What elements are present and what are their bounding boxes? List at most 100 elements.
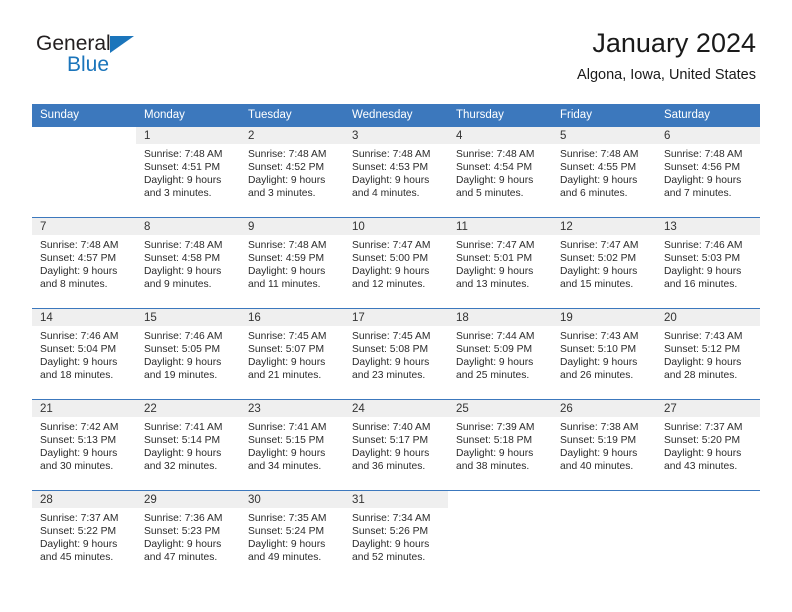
calendar-day-cell[interactable]: 21 Sunrise: 7:42 AM Sunset: 5:13 PM Dayligh… xyxy=(32,399,136,491)
calendar-day-cell[interactable]: 26 Sunrise: 7:38 AM Sunset: 5:19 PM Dayligh… xyxy=(552,399,656,491)
calendar-day-cell[interactable]: 28 Sunrise: 7:37 AM Sunset: 5:22 PM Dayligh… xyxy=(32,490,136,579)
day-details xyxy=(32,144,136,148)
calendar-day-cell[interactable]: 11 Sunrise: 7:47 AM Sunset: 5:01 PM Dayligh… xyxy=(448,217,552,309)
sunset-text: Sunset: 4:54 PM xyxy=(456,162,533,174)
sunrise-text: Sunrise: 7:47 AM xyxy=(560,240,639,251)
sunset-text: Sunset: 4:56 PM xyxy=(664,162,741,174)
sunset-text: Sunset: 4:51 PM xyxy=(144,162,221,174)
sunrise-text: Sunrise: 7:48 AM xyxy=(248,240,327,251)
calendar-day-cell[interactable]: 30 Sunrise: 7:35 AM Sunset: 5:24 PM Dayligh… xyxy=(240,490,344,579)
sunrise-text: Sunrise: 7:38 AM xyxy=(560,422,639,433)
calendar-day-cell[interactable]: 3 Sunrise: 7:48 AM Sunset: 4:53 PM Daylight… xyxy=(344,126,448,218)
day-details: Sunrise: 7:48 AM Sunset: 4:53 PM Daylight:… xyxy=(344,144,448,200)
calendar-day-cell[interactable]: 16 Sunrise: 7:45 AM Sunset: 5:07 PM Dayligh… xyxy=(240,308,344,400)
daylight-text-line2: and 34 minutes. xyxy=(248,461,322,473)
sunset-text: Sunset: 5:26 PM xyxy=(352,526,429,538)
calendar-day-cell[interactable]: 10 Sunrise: 7:47 AM Sunset: 5:00 PM Dayligh… xyxy=(344,217,448,309)
calendar-day-cell[interactable]: 29 Sunrise: 7:36 AM Sunset: 5:23 PM Dayligh… xyxy=(136,490,240,579)
daylight-text-line2: and 9 minutes. xyxy=(144,279,212,291)
day-number: 6 xyxy=(656,127,760,144)
day-number: 15 xyxy=(136,309,240,326)
calendar-day-cell[interactable]: 2 Sunrise: 7:48 AM Sunset: 4:52 PM Daylight… xyxy=(240,126,344,218)
calendar-day-cell[interactable]: 27 Sunrise: 7:37 AM Sunset: 5:20 PM Dayligh… xyxy=(656,399,760,491)
day-details xyxy=(656,508,760,512)
calendar-day-cell-empty xyxy=(448,490,552,579)
daylight-text-line1: Daylight: 9 hours xyxy=(560,357,638,369)
day-number: 4 xyxy=(448,127,552,144)
day-number xyxy=(448,491,552,508)
calendar-day-cell[interactable]: 13 Sunrise: 7:46 AM Sunset: 5:03 PM Dayligh… xyxy=(656,217,760,309)
sunrise-text: Sunrise: 7:45 AM xyxy=(352,331,431,342)
daylight-text-line1: Daylight: 9 hours xyxy=(144,448,222,460)
day-number: 29 xyxy=(136,491,240,508)
day-number: 28 xyxy=(32,491,136,508)
sunrise-text: Sunrise: 7:37 AM xyxy=(664,422,743,433)
day-details: Sunrise: 7:40 AM Sunset: 5:17 PM Daylight:… xyxy=(344,417,448,473)
weekday-header-monday: Monday xyxy=(136,104,240,127)
sunset-text: Sunset: 5:01 PM xyxy=(456,253,533,265)
sunset-text: Sunset: 5:15 PM xyxy=(248,435,325,447)
daylight-text-line1: Daylight: 9 hours xyxy=(144,539,222,551)
day-details xyxy=(552,508,656,512)
day-number: 19 xyxy=(552,309,656,326)
calendar-day-cell[interactable]: 23 Sunrise: 7:41 AM Sunset: 5:15 PM Dayligh… xyxy=(240,399,344,491)
day-details: Sunrise: 7:48 AM Sunset: 4:55 PM Daylight:… xyxy=(552,144,656,200)
day-details xyxy=(448,508,552,512)
day-details: Sunrise: 7:47 AM Sunset: 5:01 PM Daylight:… xyxy=(448,235,552,291)
calendar-day-cell[interactable]: 14 Sunrise: 7:46 AM Sunset: 5:04 PM Dayligh… xyxy=(32,308,136,400)
calendar-day-cell[interactable]: 6 Sunrise: 7:48 AM Sunset: 4:56 PM Daylight… xyxy=(656,126,760,218)
weekday-header-wednesday: Wednesday xyxy=(344,104,448,127)
daylight-text-line2: and 7 minutes. xyxy=(664,188,732,200)
calendar-day-cell[interactable]: 9 Sunrise: 7:48 AM Sunset: 4:59 PM Daylight… xyxy=(240,217,344,309)
sunset-text: Sunset: 5:10 PM xyxy=(560,344,637,356)
calendar-day-cell[interactable]: 25 Sunrise: 7:39 AM Sunset: 5:18 PM Dayligh… xyxy=(448,399,552,491)
calendar-day-cell[interactable]: 17 Sunrise: 7:45 AM Sunset: 5:08 PM Dayligh… xyxy=(344,308,448,400)
sunrise-text: Sunrise: 7:43 AM xyxy=(664,331,743,342)
sunset-text: Sunset: 5:02 PM xyxy=(560,253,637,265)
sunrise-text: Sunrise: 7:47 AM xyxy=(352,240,431,251)
sunrise-text: Sunrise: 7:46 AM xyxy=(144,331,223,342)
calendar-day-cell[interactable]: 22 Sunrise: 7:41 AM Sunset: 5:14 PM Dayligh… xyxy=(136,399,240,491)
sunrise-text: Sunrise: 7:44 AM xyxy=(456,331,535,342)
calendar-week-row: 7 Sunrise: 7:48 AM Sunset: 4:57 PM Daylight… xyxy=(32,217,760,309)
daylight-text-line1: Daylight: 9 hours xyxy=(352,448,430,460)
brand-logo[interactable]: General Blue xyxy=(36,32,236,88)
day-details: Sunrise: 7:48 AM Sunset: 4:57 PM Daylight:… xyxy=(32,235,136,291)
calendar-day-cell[interactable]: 7 Sunrise: 7:48 AM Sunset: 4:57 PM Daylight… xyxy=(32,217,136,309)
calendar-day-cell[interactable]: 31 Sunrise: 7:34 AM Sunset: 5:26 PM Dayligh… xyxy=(344,490,448,579)
daylight-text-line2: and 3 minutes. xyxy=(248,188,316,200)
weekday-header-sunday: Sunday xyxy=(32,104,136,127)
calendar-day-cell[interactable]: 1 Sunrise: 7:48 AM Sunset: 4:51 PM Daylight… xyxy=(136,126,240,218)
calendar-day-cell-empty xyxy=(32,126,136,218)
day-number: 3 xyxy=(344,127,448,144)
calendar-day-cell[interactable]: 4 Sunrise: 7:48 AM Sunset: 4:54 PM Daylight… xyxy=(448,126,552,218)
daylight-text-line2: and 40 minutes. xyxy=(560,461,634,473)
daylight-text-line2: and 28 minutes. xyxy=(664,370,738,382)
day-details: Sunrise: 7:38 AM Sunset: 5:19 PM Daylight:… xyxy=(552,417,656,473)
daylight-text-line2: and 49 minutes. xyxy=(248,552,322,564)
calendar-day-cell[interactable]: 15 Sunrise: 7:46 AM Sunset: 5:05 PM Dayligh… xyxy=(136,308,240,400)
daylight-text-line2: and 21 minutes. xyxy=(248,370,322,382)
sunrise-text: Sunrise: 7:45 AM xyxy=(248,331,327,342)
day-number xyxy=(32,127,136,144)
sunset-text: Sunset: 5:17 PM xyxy=(352,435,429,447)
daylight-text-line2: and 3 minutes. xyxy=(144,188,212,200)
calendar-day-cell[interactable]: 19 Sunrise: 7:43 AM Sunset: 5:10 PM Dayligh… xyxy=(552,308,656,400)
calendar-day-cell[interactable]: 24 Sunrise: 7:40 AM Sunset: 5:17 PM Dayligh… xyxy=(344,399,448,491)
day-details: Sunrise: 7:46 AM Sunset: 5:05 PM Daylight:… xyxy=(136,326,240,382)
calendar-week-row: 1 Sunrise: 7:48 AM Sunset: 4:51 PM Daylight… xyxy=(32,126,760,218)
daylight-text-line1: Daylight: 9 hours xyxy=(456,175,534,187)
calendar-day-cell[interactable]: 20 Sunrise: 7:43 AM Sunset: 5:12 PM Dayligh… xyxy=(656,308,760,400)
calendar-day-cell[interactable]: 5 Sunrise: 7:48 AM Sunset: 4:55 PM Daylight… xyxy=(552,126,656,218)
day-number: 10 xyxy=(344,218,448,235)
calendar-day-cell[interactable]: 12 Sunrise: 7:47 AM Sunset: 5:02 PM Dayligh… xyxy=(552,217,656,309)
daylight-text-line2: and 43 minutes. xyxy=(664,461,738,473)
day-details: Sunrise: 7:39 AM Sunset: 5:18 PM Daylight:… xyxy=(448,417,552,473)
calendar-day-cell[interactable]: 8 Sunrise: 7:48 AM Sunset: 4:58 PM Daylight… xyxy=(136,217,240,309)
calendar-day-cell[interactable]: 18 Sunrise: 7:44 AM Sunset: 5:09 PM Dayligh… xyxy=(448,308,552,400)
daylight-text-line1: Daylight: 9 hours xyxy=(456,266,534,278)
day-details: Sunrise: 7:46 AM Sunset: 5:03 PM Daylight:… xyxy=(656,235,760,291)
day-number: 26 xyxy=(552,400,656,417)
day-number: 7 xyxy=(32,218,136,235)
day-details: Sunrise: 7:48 AM Sunset: 4:58 PM Daylight:… xyxy=(136,235,240,291)
